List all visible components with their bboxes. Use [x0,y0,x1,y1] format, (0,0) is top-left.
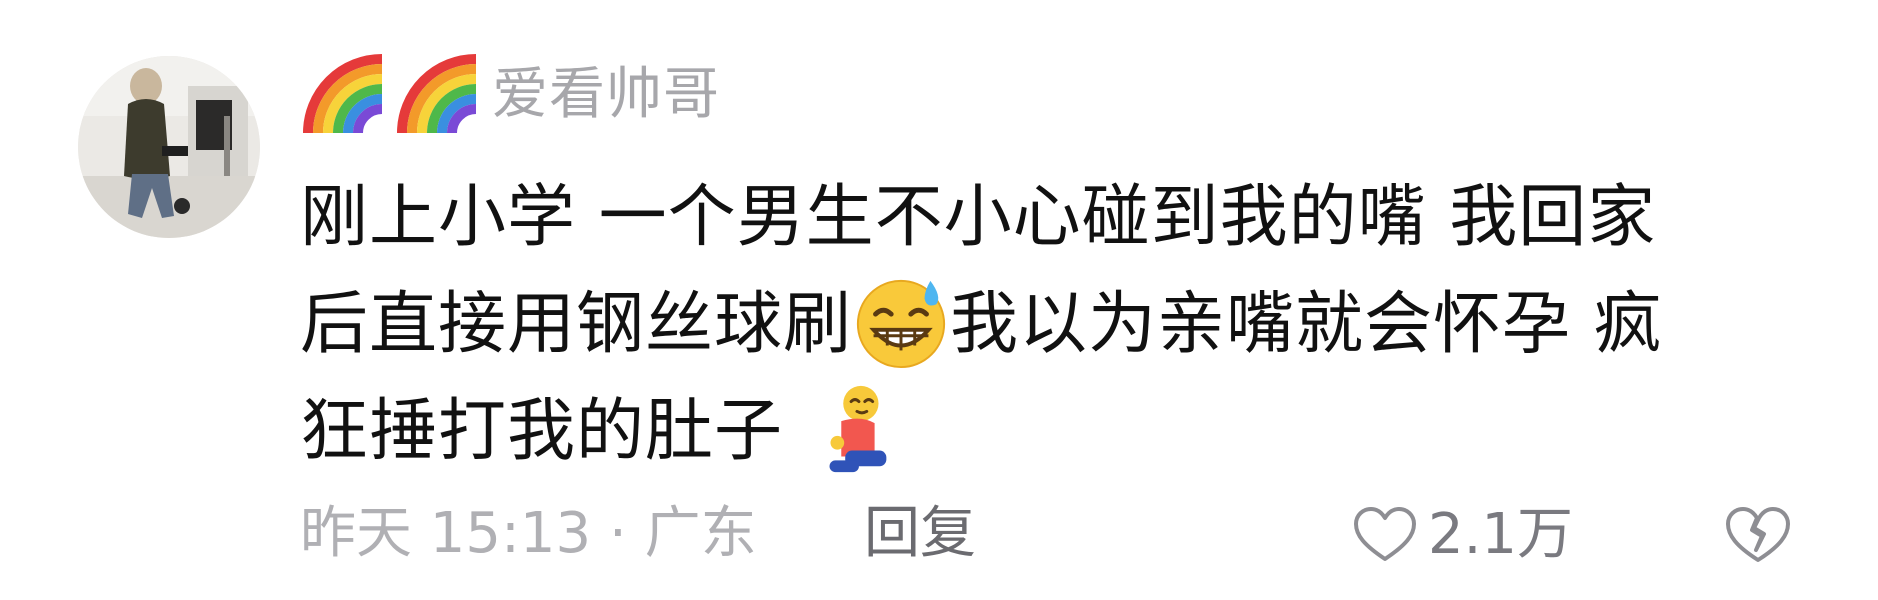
rainbow-icon [397,54,477,134]
comment-text-segment: 狂捶打我的肚子 [300,392,806,471]
comment-line: 刚上小学 一个男生不小心碰到我的嘴 我回家 [300,178,1657,257]
author-name[interactable]: 爱看帅哥 [492,67,720,123]
comment-text-segment: 我以为亲嘴就会怀孕 疯 [950,285,1663,364]
broken-heart-outline-icon [1726,507,1790,562]
like-count: 2.1万 [1428,502,1574,567]
heart-outline-icon [1354,507,1416,561]
comment-meta: 昨天 15:13 · 广东 [300,501,757,566]
comment-item: 爱看帅哥 刚上小学 一个男生不小心碰到我的嘴 我回家 后直接用钢丝球刷 我以为亲… [0,0,1878,600]
comment-footer: 昨天 15:13 · 广东 回复 2.1万 [300,500,1820,580]
avatar-photo [78,56,260,238]
like-button[interactable]: 2.1万 [1352,500,1573,570]
author-row: 爱看帅哥 [302,52,720,138]
comment-text-segment: 后直接用钢丝球刷 [300,285,853,364]
rainbow-icon [303,54,383,134]
kneeling-person-emoji-icon [806,380,904,478]
comment-line: 狂捶打我的肚子 [300,378,1820,485]
comment-text: 刚上小学 一个男生不小心碰到我的嘴 我回家 后直接用钢丝球刷 我以为亲嘴就会怀孕… [300,164,1820,485]
comment-line: 后直接用钢丝球刷 我以为亲嘴就会怀孕 疯 [300,271,1820,378]
avatar[interactable] [78,56,260,238]
reply-button[interactable]: 回复 [864,506,976,562]
dislike-button[interactable] [1724,504,1792,566]
grinning-sweat-emoji-icon [852,273,950,371]
